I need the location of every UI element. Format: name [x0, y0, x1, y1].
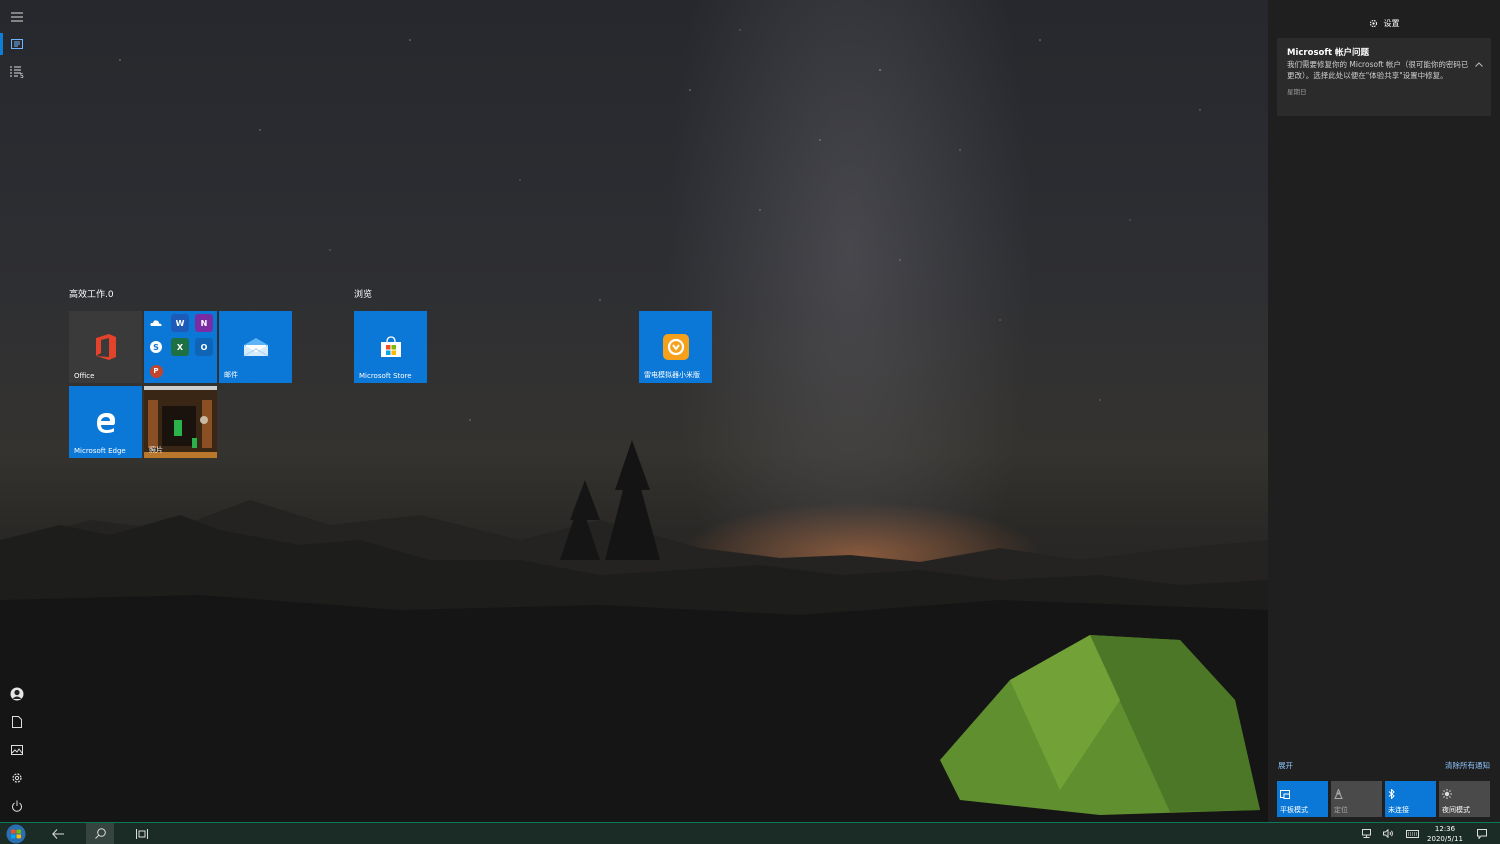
- power-icon[interactable]: [0, 792, 34, 820]
- tile-label: 照片: [149, 446, 163, 454]
- documents-icon[interactable]: [0, 708, 34, 736]
- quick-action-label: 平板模式: [1280, 806, 1308, 814]
- start-rail: 5: [0, 0, 34, 822]
- expand-quick-actions-link[interactable]: 展开: [1278, 760, 1293, 771]
- group-title-browse[interactable]: 浏览: [354, 287, 372, 300]
- notification-card[interactable]: Microsoft 帐户问题 我们需要修复你的 Microsoft 帐户（很可能…: [1277, 38, 1491, 116]
- taskbar: 12:36 2020/5/11: [0, 822, 1500, 844]
- search-icon[interactable]: [86, 823, 114, 844]
- powerpoint-icon: P: [147, 362, 165, 380]
- tile-label: Office: [74, 372, 95, 380]
- outlook-icon: O: [195, 338, 213, 356]
- ldplayer-tile[interactable]: 雷电模拟器小米版: [639, 311, 712, 383]
- night-light-icon: [1442, 784, 1452, 803]
- start-button[interactable]: [2, 823, 30, 844]
- user-avatar-icon[interactable]: [0, 680, 34, 708]
- settings-icon[interactable]: [0, 764, 34, 792]
- quick-action-label: 定位: [1334, 806, 1348, 814]
- notification-title: Microsoft 帐户问题: [1287, 48, 1370, 58]
- onedrive-icon: [147, 314, 165, 332]
- tile-label: Microsoft Edge: [74, 447, 126, 455]
- clear-all-notifications-link[interactable]: 清除所有通知: [1445, 760, 1490, 771]
- tablet-mode-icon: [1280, 784, 1290, 803]
- windows-orb-icon: [6, 824, 26, 843]
- tile-label: 邮件: [224, 371, 238, 379]
- mail-tile[interactable]: 邮件: [219, 311, 292, 383]
- gear-icon: [1369, 19, 1377, 27]
- skype-icon: S: [147, 338, 165, 356]
- network-icon[interactable]: [1358, 823, 1374, 844]
- clock-time: 12:36: [1434, 825, 1456, 833]
- edge-tile[interactable]: Microsoft Edge: [69, 386, 142, 458]
- pictures-icon[interactable]: [0, 736, 34, 764]
- onenote-icon: N: [195, 314, 213, 332]
- office-apps-folder-tile[interactable]: W N S X O P: [144, 311, 217, 383]
- back-arrow-icon[interactable]: [44, 823, 72, 844]
- hamburger-menu-icon[interactable]: [0, 3, 34, 31]
- group-title-productivity[interactable]: 高效工作.0: [69, 287, 114, 300]
- quick-action-tablet-mode[interactable]: 平板模式: [1277, 781, 1328, 817]
- pinned-tiles-icon[interactable]: [0, 30, 34, 58]
- tray-clock[interactable]: 12:36 2020/5/11: [1422, 824, 1468, 844]
- quick-action-label: 未连接: [1388, 806, 1409, 814]
- excel-icon: X: [171, 338, 189, 356]
- keyboard-icon[interactable]: [1403, 823, 1421, 844]
- all-apps-badge: 5: [20, 73, 24, 80]
- settings-label: 设置: [1383, 18, 1400, 28]
- all-apps-list-icon[interactable]: 5: [0, 58, 34, 86]
- tile-label: Microsoft Store: [359, 372, 412, 380]
- photos-tile[interactable]: 照片: [144, 386, 217, 458]
- volume-icon[interactable]: [1380, 823, 1396, 844]
- action-center: 设置 Microsoft 帐户问题 我们需要修复你的 Microsoft 帐户（…: [1268, 0, 1500, 822]
- location-icon: [1334, 784, 1343, 803]
- notification-body: 我们需要修复你的 Microsoft 帐户（很可能你的密码已更改）。选择此处以便…: [1287, 60, 1469, 80]
- tile-label: 雷电模拟器小米版: [644, 371, 700, 379]
- store-tile[interactable]: Microsoft Store: [354, 311, 427, 383]
- office-tile[interactable]: Office: [69, 311, 142, 383]
- bluetooth-icon: [1388, 784, 1395, 803]
- clock-date: 2020/5/11: [1427, 835, 1463, 843]
- task-view-icon[interactable]: [128, 823, 156, 844]
- notification-time: 星期日: [1287, 88, 1307, 96]
- quick-action-bluetooth[interactable]: 未连接: [1385, 781, 1436, 817]
- word-icon: W: [171, 314, 189, 332]
- action-center-icon[interactable]: [1474, 823, 1490, 844]
- chevron-up-icon[interactable]: [1475, 52, 1483, 71]
- quick-action-label: 夜间模式: [1442, 806, 1470, 814]
- quick-action-location[interactable]: 定位: [1331, 781, 1382, 817]
- action-center-settings-link[interactable]: 设置: [1268, 14, 1500, 32]
- quick-action-night-light[interactable]: 夜间模式: [1439, 781, 1490, 817]
